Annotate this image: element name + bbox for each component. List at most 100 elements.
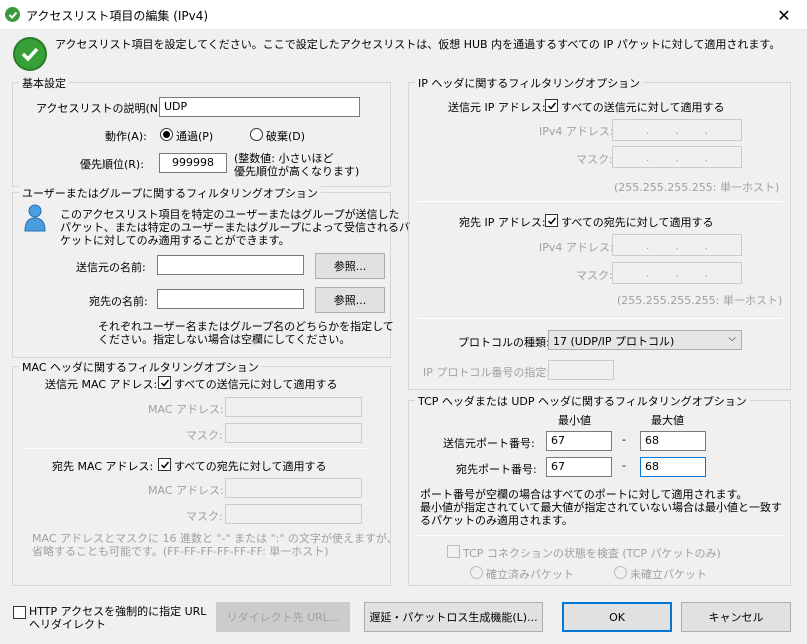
- ip-src-ipv4-label: IPv4 アドレス:: [539, 125, 614, 138]
- ip-dot: .: [675, 238, 679, 252]
- protocol-value: 17 (UDP/IP プロトコル): [553, 335, 675, 348]
- window-title: アクセスリスト項目の編集 (IPv4): [26, 9, 209, 23]
- dest-name-label: 宛先の名前:: [89, 295, 148, 308]
- mac-src-addr-label: MAC アドレス:: [148, 403, 224, 416]
- header-check-icon: [13, 37, 47, 71]
- mac-src-mask-label: マスク:: [186, 429, 223, 442]
- mac-src-label: 送信元 MAC アドレス:: [45, 378, 158, 391]
- ip-dot: .: [675, 150, 679, 164]
- dst-port-label: 宛先ポート番号:: [456, 463, 537, 476]
- ip-dst-all-label: すべての宛先に対して適用する: [561, 216, 714, 229]
- ip-src-all-label: すべての送信元に対して適用する: [561, 101, 725, 114]
- ip-src-mask-label: マスク:: [576, 153, 613, 166]
- description-input[interactable]: UDP: [159, 97, 360, 117]
- ip-dot: .: [645, 266, 650, 280]
- ip-dot: .: [645, 150, 650, 164]
- unestablished-radio[interactable]: [614, 566, 627, 579]
- ip-dot: .: [675, 123, 679, 137]
- ip-dot: .: [704, 238, 709, 252]
- protocol-label: プロトコルの種類:: [458, 336, 550, 349]
- port-min-header: 最小値: [558, 414, 591, 427]
- mac-filter-label: MAC ヘッダに関するフィルタリングオプション: [19, 359, 262, 375]
- source-name-label: 送信元の名前:: [76, 261, 146, 274]
- dst-port-min-input[interactable]: 67: [546, 457, 612, 477]
- src-port-dash: -: [622, 433, 626, 446]
- action-discard-radio[interactable]: [250, 128, 263, 141]
- action-pass-radio[interactable]: [160, 128, 173, 141]
- action-label: 動作(A):: [105, 130, 147, 143]
- ip-dst-mask-label: マスク:: [576, 269, 613, 282]
- chevron-down-icon: ⌵: [728, 333, 736, 344]
- priority-input[interactable]: 999998: [159, 153, 227, 173]
- unestablished-label: 未確立パケット: [630, 568, 707, 581]
- ip-src-label: 送信元 IP アドレス:: [448, 101, 546, 114]
- ip-src-single-host: (255.255.255.255: 単一ホスト): [614, 181, 780, 194]
- ip-dst-ipv4-input[interactable]: ...: [612, 234, 742, 256]
- priority-hint-2: 優先順位が高くなります): [234, 165, 360, 178]
- src-port-min-input[interactable]: 67: [546, 431, 612, 451]
- ok-button[interactable]: OK: [562, 602, 672, 632]
- ip-src-all-checkbox[interactable]: [545, 99, 558, 112]
- mac-dst-mask-input[interactable]: [225, 504, 362, 524]
- ip-src-mask-input[interactable]: ...: [612, 146, 742, 168]
- ip-dst-mask-input[interactable]: ...: [612, 262, 742, 284]
- mac-dst-all-checkbox[interactable]: [158, 458, 171, 471]
- tcp-filter-label: TCP ヘッダまたは UDP ヘッダに関するフィルタリングオプション: [415, 393, 750, 409]
- tcp-state-label: TCP コネクションの状態を検査 (TCP パケットのみ): [463, 547, 721, 560]
- ip-dot: .: [704, 266, 709, 280]
- mac-dst-addr-label: MAC アドレス:: [148, 484, 224, 497]
- action-pass-label: 通過(P): [176, 130, 214, 143]
- dst-port-dash: -: [622, 459, 626, 472]
- ip-dot: .: [675, 266, 679, 280]
- redirect-url-button[interactable]: リダイレクト先 URL...: [216, 602, 350, 632]
- cancel-button[interactable]: キャンセル: [681, 602, 791, 632]
- ip-dot: .: [704, 150, 709, 164]
- ip-dst-ipv4-label: IPv4 アドレス:: [539, 241, 614, 254]
- browse-source-button[interactable]: 参照...: [315, 253, 385, 279]
- ip-filter-label: IP ヘッダに関するフィルタリングオプション: [415, 75, 644, 91]
- src-port-label: 送信元ポート番号:: [443, 437, 535, 450]
- user-note-2: ください。指定しない場合は空欄にしてください。: [98, 333, 351, 346]
- port-note-3: るパケットのみ適用されます。: [420, 514, 573, 527]
- user-icon: [23, 203, 47, 233]
- mac-note-2: 省略することも可能です。(FF-FF-FF-FF-FF-FF: 単一ホスト): [32, 545, 329, 558]
- mac-dst-mask-label: マスク:: [186, 510, 223, 523]
- title-bar: アクセスリスト項目の編集 (IPv4) ✕: [0, 0, 807, 30]
- src-port-max-input[interactable]: 68: [640, 431, 706, 451]
- ip-separator-2: [418, 318, 782, 319]
- priority-label: 優先順位(R):: [80, 158, 144, 171]
- delay-packet-loss-button[interactable]: 遅延・パケットロス生成機能(L)...: [364, 602, 543, 632]
- established-label: 確立済みパケット: [486, 568, 574, 581]
- action-discard-label: 破棄(D): [266, 130, 306, 143]
- mac-dst-all-label: すべての宛先に対して適用する: [174, 460, 327, 473]
- protocol-number-input[interactable]: [548, 360, 614, 380]
- ip-dot: .: [645, 238, 650, 252]
- dest-name-input[interactable]: [157, 289, 304, 309]
- tcp-state-checkbox[interactable]: [447, 545, 460, 558]
- basic-settings-label: 基本設定: [19, 75, 69, 91]
- http-redirect-checkbox[interactable]: [13, 606, 26, 619]
- description-label: アクセスリストの説明(N):: [36, 102, 166, 115]
- source-name-input[interactable]: [157, 255, 304, 275]
- mac-src-all-checkbox[interactable]: [158, 376, 171, 389]
- header-description: アクセスリスト項目を設定してください。ここで設定したアクセスリストは、仮想 HU…: [55, 38, 781, 51]
- app-check-icon: [5, 7, 20, 22]
- user-desc-3: ケットに対してのみ適用することができます。: [60, 234, 290, 247]
- close-button[interactable]: ✕: [761, 0, 807, 30]
- mac-dst-addr-input[interactable]: [225, 478, 362, 498]
- ip-dst-single-host: (255.255.255.255: 単一ホスト): [617, 294, 783, 307]
- mac-src-addr-input[interactable]: [225, 397, 362, 417]
- browse-dest-button[interactable]: 参照...: [315, 287, 385, 313]
- established-radio[interactable]: [470, 566, 483, 579]
- ip-src-ipv4-input[interactable]: ...: [612, 119, 742, 141]
- dst-port-max-input[interactable]: 68: [640, 457, 706, 477]
- close-icon: ✕: [777, 5, 791, 25]
- protocol-number-label: IP プロトコル番号の指定:: [423, 366, 551, 379]
- radio-selected-dot: [163, 131, 170, 138]
- ip-separator-1: [418, 201, 782, 202]
- protocol-select[interactable]: 17 (UDP/IP プロトコル) ⌵: [548, 330, 742, 350]
- ip-dst-all-checkbox[interactable]: [545, 214, 558, 227]
- mac-src-mask-input[interactable]: [225, 423, 362, 443]
- mac-src-all-label: すべての送信元に対して適用する: [174, 378, 338, 391]
- tcp-separator: [418, 535, 782, 536]
